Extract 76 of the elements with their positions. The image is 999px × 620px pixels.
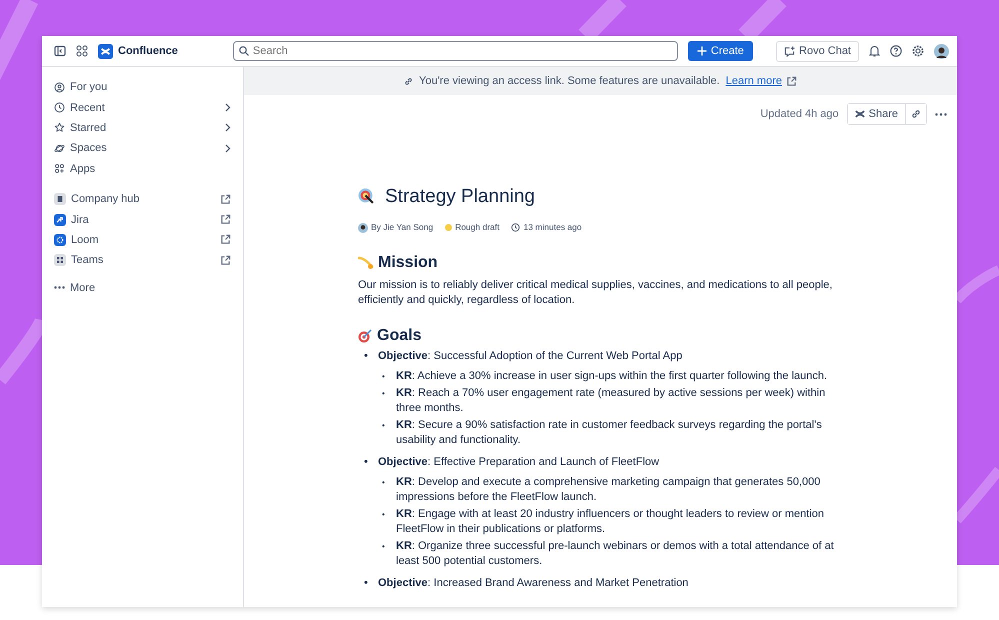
rovo-chat-button[interactable]: Rovo Chat xyxy=(776,40,859,62)
sidebar-item[interactable]: Recent xyxy=(54,97,231,118)
create-button[interactable]: Create xyxy=(688,41,753,61)
notification-bell-icon[interactable] xyxy=(869,45,880,57)
updated-time: Updated 4h ago xyxy=(760,108,839,120)
bullet: • xyxy=(382,477,386,489)
target-icon xyxy=(358,188,375,205)
external-link-icon xyxy=(220,214,231,226)
more-item[interactable]: More xyxy=(54,278,231,298)
key-result-text: KR: Reach a 70% user engagement rate (measured by active sessions per week) within three months. xyxy=(396,386,826,416)
apps-grid-icon[interactable] xyxy=(76,45,88,57)
author[interactable]: By Jie Yan Song xyxy=(371,220,434,235)
key-result-text: KR: Organize three successful pre-launch webinars or demos with a total attendance of at least 500 potential customers. xyxy=(396,539,835,569)
link-icon xyxy=(911,109,921,119)
bullet: • xyxy=(382,371,386,383)
clock-icon xyxy=(511,223,520,232)
help-icon[interactable] xyxy=(890,45,902,57)
copy-link-button[interactable] xyxy=(905,104,926,124)
link-icon xyxy=(404,76,414,86)
chevron-right-icon xyxy=(225,123,231,132)
sidebar-item[interactable]: Teams xyxy=(54,250,231,271)
bullet: • xyxy=(382,420,386,432)
page-title: Strategy Planning xyxy=(385,189,535,204)
bullet: • xyxy=(364,349,369,364)
edit-time: 13 minutes ago xyxy=(523,221,582,234)
sidebar-item[interactable]: Apps xyxy=(54,158,231,179)
chevron-right-icon xyxy=(225,103,231,112)
confluence-logo-icon xyxy=(854,109,865,119)
apps-icon xyxy=(54,163,65,174)
section-heading: Goals xyxy=(377,328,422,343)
confluence-logo-icon xyxy=(98,44,113,58)
star-icon xyxy=(54,122,65,134)
sidebar-item[interactable]: Spaces xyxy=(54,138,231,159)
section-heading: Mission xyxy=(378,255,438,270)
mission-text: Our mission is to reliably deliver critical medical supplies, vaccines, and medications to all people, efficiently and quickly, regardless of location. xyxy=(358,278,834,308)
objective-text: Objective: Effective Preparation and Launch of FleetFlow xyxy=(378,456,660,468)
bullet: • xyxy=(364,576,369,591)
external-link-icon xyxy=(220,254,231,266)
sidebar-item[interactable]: For you xyxy=(54,77,231,98)
sidebar-toggle-icon[interactable] xyxy=(54,45,66,57)
learn-more-link[interactable]: Learn more xyxy=(726,75,797,87)
chevron-right-icon xyxy=(225,144,231,153)
comet-icon xyxy=(358,256,374,270)
key-result-text: KR: Achieve a 30% increase in user sign-ups within the first quarter following the launch. xyxy=(396,369,828,384)
plus-icon xyxy=(696,46,707,56)
sidebar-item[interactable]: Starred xyxy=(54,118,231,138)
chat-icon xyxy=(784,46,796,56)
bullet: • xyxy=(382,388,386,400)
clock-icon xyxy=(54,102,65,114)
person-icon xyxy=(54,82,65,93)
key-result-text: KR: Develop and execute a comprehensive marketing campaign that generates 50,000 impressions before the FleetFlow launch. xyxy=(396,475,822,505)
bullet: • xyxy=(364,455,369,470)
search-icon xyxy=(238,46,249,56)
more-icon[interactable] xyxy=(935,112,947,116)
key-result-text: KR: Secure a 90% satisfaction rate in customer feedback surveys regarding the portal's usability and functionality. xyxy=(396,418,823,448)
external-link-icon xyxy=(220,234,231,246)
sidebar-item[interactable]: Jira xyxy=(54,209,231,230)
status-label[interactable]: Rough draft xyxy=(455,220,500,235)
bullet: • xyxy=(382,541,386,553)
bullet: • xyxy=(382,509,386,521)
external-link-icon xyxy=(786,76,797,86)
settings-icon[interactable] xyxy=(912,45,924,57)
objective-text: Objective: Increased Brand Awareness and Market Penetration xyxy=(378,577,688,589)
author-avatar-icon xyxy=(358,222,368,232)
app-name[interactable]: Confluence xyxy=(118,45,178,57)
objective-text: Objective: Successful Adoption of the Current Web Portal App xyxy=(378,350,682,362)
banner-text: You're viewing an access link. Some features are unavailable. xyxy=(419,75,720,87)
avatar-icon[interactable] xyxy=(934,44,949,58)
sidebar-item[interactable]: Company hub xyxy=(54,188,231,210)
planet-icon xyxy=(54,142,65,154)
target-icon xyxy=(358,328,373,342)
key-result-text: KR: Engage with at least 20 industry influencers or thought leaders to review or mention FleetFlow in their publications or platforms. xyxy=(396,507,826,537)
more-icon xyxy=(54,286,65,290)
sidebar-item[interactable]: Loom xyxy=(54,230,231,250)
external-link-icon xyxy=(220,194,231,205)
search-field[interactable]: Search xyxy=(232,41,678,61)
